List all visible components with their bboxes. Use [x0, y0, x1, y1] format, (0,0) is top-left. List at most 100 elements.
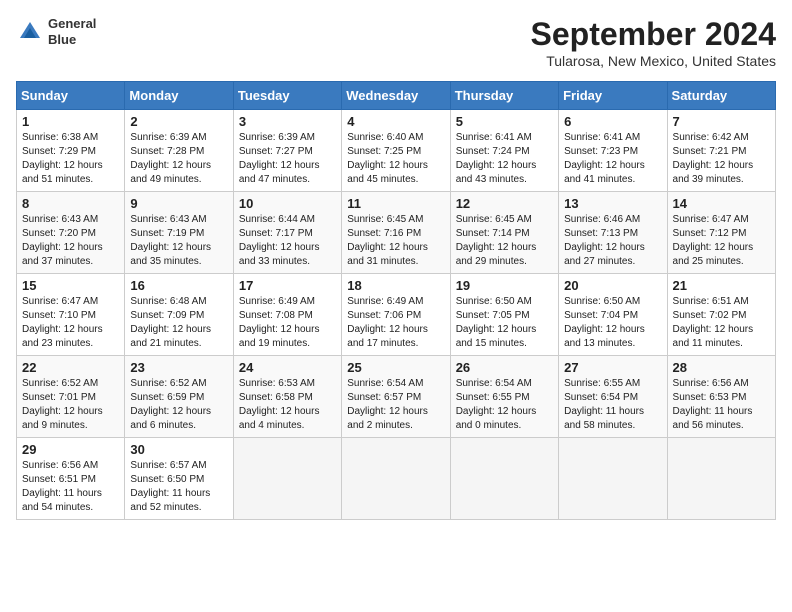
- day-cell: [667, 438, 775, 520]
- day-cell: 1Sunrise: 6:38 AM Sunset: 7:29 PM Daylig…: [17, 110, 125, 192]
- day-cell: 2 Sunrise: 6:39 AM Sunset: 7:28 PM Daylig…: [125, 110, 233, 192]
- day-cell: 22 Sunrise: 6:52 AM Sunset: 7:01 PM Dayli…: [17, 356, 125, 438]
- day-cell: 18 Sunrise: 6:49 AM Sunset: 7:06 PM Dayli…: [342, 274, 450, 356]
- day-cell: 19 Sunrise: 6:50 AM Sunset: 7:05 PM Dayli…: [450, 274, 558, 356]
- col-header-thursday: Thursday: [450, 82, 558, 110]
- day-number: 9: [130, 196, 227, 211]
- day-cell: [559, 438, 667, 520]
- day-info: Sunrise: 6:50 AM Sunset: 7:04 PM Dayligh…: [564, 295, 661, 351]
- day-cell: [342, 438, 450, 520]
- col-header-friday: Friday: [559, 82, 667, 110]
- day-info: Sunrise: 6:56 AM Sunset: 6:51 PM Dayligh…: [22, 459, 119, 515]
- day-number: 10: [239, 196, 336, 211]
- day-cell: 28 Sunrise: 6:56 AM Sunset: 6:53 PM Dayli…: [667, 356, 775, 438]
- day-cell: 9 Sunrise: 6:43 AM Sunset: 7:19 PM Daylig…: [125, 192, 233, 274]
- day-cell: 27 Sunrise: 6:55 AM Sunset: 6:54 PM Dayli…: [559, 356, 667, 438]
- day-cell: 25 Sunrise: 6:54 AM Sunset: 6:57 PM Dayli…: [342, 356, 450, 438]
- day-number: 22: [22, 360, 119, 375]
- day-number: 14: [673, 196, 770, 211]
- day-info: Sunrise: 6:41 AM Sunset: 7:23 PM Dayligh…: [564, 131, 661, 187]
- day-cell: 15 Sunrise: 6:47 AM Sunset: 7:10 PM Dayli…: [17, 274, 125, 356]
- day-info: Sunrise: 6:45 AM Sunset: 7:14 PM Dayligh…: [456, 213, 553, 269]
- day-info: Sunrise: 6:52 AM Sunset: 6:59 PM Dayligh…: [130, 377, 227, 433]
- day-number: 29: [22, 442, 119, 457]
- day-cell: 4 Sunrise: 6:40 AM Sunset: 7:25 PM Daylig…: [342, 110, 450, 192]
- col-header-wednesday: Wednesday: [342, 82, 450, 110]
- day-cell: 29 Sunrise: 6:56 AM Sunset: 6:51 PM Dayli…: [17, 438, 125, 520]
- week-row-5: 29 Sunrise: 6:56 AM Sunset: 6:51 PM Dayli…: [17, 438, 776, 520]
- day-info: Sunrise: 6:42 AM Sunset: 7:21 PM Dayligh…: [673, 131, 770, 187]
- location: Tularosa, New Mexico, United States: [531, 53, 776, 69]
- day-cell: [450, 438, 558, 520]
- day-number: 24: [239, 360, 336, 375]
- logo-icon: [16, 18, 44, 46]
- day-info: Sunrise: 6:45 AM Sunset: 7:16 PM Dayligh…: [347, 213, 444, 269]
- day-number: 27: [564, 360, 661, 375]
- day-info: Sunrise: 6:50 AM Sunset: 7:05 PM Dayligh…: [456, 295, 553, 351]
- day-number: 18: [347, 278, 444, 293]
- day-cell: 3Sunrise: 6:39 AM Sunset: 7:27 PM Daylig…: [233, 110, 341, 192]
- col-header-saturday: Saturday: [667, 82, 775, 110]
- day-info: Sunrise: 6:43 AM Sunset: 7:20 PM Dayligh…: [22, 213, 119, 269]
- day-cell: 17Sunrise: 6:49 AM Sunset: 7:08 PM Dayli…: [233, 274, 341, 356]
- day-info: Sunrise: 6:40 AM Sunset: 7:25 PM Dayligh…: [347, 131, 444, 187]
- day-info: Sunrise: 6:49 AM Sunset: 7:08 PM Dayligh…: [239, 295, 336, 351]
- col-header-sunday: Sunday: [17, 82, 125, 110]
- day-cell: 6 Sunrise: 6:41 AM Sunset: 7:23 PM Daylig…: [559, 110, 667, 192]
- day-number: 6: [564, 114, 661, 129]
- day-info: Sunrise: 6:56 AM Sunset: 6:53 PM Dayligh…: [673, 377, 770, 433]
- day-cell: 16Sunrise: 6:48 AM Sunset: 7:09 PM Dayli…: [125, 274, 233, 356]
- day-number: 8: [22, 196, 119, 211]
- day-number: 11: [347, 196, 444, 211]
- day-number: 23: [130, 360, 227, 375]
- day-info: Sunrise: 6:54 AM Sunset: 6:57 PM Dayligh…: [347, 377, 444, 433]
- day-number: 13: [564, 196, 661, 211]
- day-info: Sunrise: 6:43 AM Sunset: 7:19 PM Dayligh…: [130, 213, 227, 269]
- day-number: 19: [456, 278, 553, 293]
- day-info: Sunrise: 6:44 AM Sunset: 7:17 PM Dayligh…: [239, 213, 336, 269]
- day-cell: 13 Sunrise: 6:46 AM Sunset: 7:13 PM Dayli…: [559, 192, 667, 274]
- logo-text: General Blue: [48, 16, 96, 47]
- col-header-monday: Monday: [125, 82, 233, 110]
- day-number: 12: [456, 196, 553, 211]
- day-number: 16: [130, 278, 227, 293]
- day-number: 4: [347, 114, 444, 129]
- day-cell: 26 Sunrise: 6:54 AM Sunset: 6:55 PM Dayli…: [450, 356, 558, 438]
- day-info: Sunrise: 6:52 AM Sunset: 7:01 PM Dayligh…: [22, 377, 119, 433]
- day-number: 1: [22, 114, 119, 129]
- day-info: Sunrise: 6:41 AM Sunset: 7:24 PM Dayligh…: [456, 131, 553, 187]
- day-cell: 11 Sunrise: 6:45 AM Sunset: 7:16 PM Dayli…: [342, 192, 450, 274]
- week-row-1: 1Sunrise: 6:38 AM Sunset: 7:29 PM Daylig…: [17, 110, 776, 192]
- day-number: 2: [130, 114, 227, 129]
- page-header: General Blue September 2024 Tularosa, Ne…: [16, 16, 776, 69]
- title-block: September 2024 Tularosa, New Mexico, Uni…: [531, 16, 776, 69]
- day-info: Sunrise: 6:49 AM Sunset: 7:06 PM Dayligh…: [347, 295, 444, 351]
- day-cell: 14 Sunrise: 6:47 AM Sunset: 7:12 PM Dayli…: [667, 192, 775, 274]
- day-number: 7: [673, 114, 770, 129]
- day-cell: 20Sunrise: 6:50 AM Sunset: 7:04 PM Dayli…: [559, 274, 667, 356]
- day-info: Sunrise: 6:47 AM Sunset: 7:12 PM Dayligh…: [673, 213, 770, 269]
- day-cell: 10 Sunrise: 6:44 AM Sunset: 7:17 PM Dayli…: [233, 192, 341, 274]
- day-info: Sunrise: 6:46 AM Sunset: 7:13 PM Dayligh…: [564, 213, 661, 269]
- day-cell: 23 Sunrise: 6:52 AM Sunset: 6:59 PM Dayli…: [125, 356, 233, 438]
- day-cell: 8 Sunrise: 6:43 AM Sunset: 7:20 PM Daylig…: [17, 192, 125, 274]
- day-cell: 30Sunrise: 6:57 AM Sunset: 6:50 PM Dayli…: [125, 438, 233, 520]
- week-row-2: 8 Sunrise: 6:43 AM Sunset: 7:20 PM Daylig…: [17, 192, 776, 274]
- day-number: 15: [22, 278, 119, 293]
- day-number: 21: [673, 278, 770, 293]
- day-info: Sunrise: 6:55 AM Sunset: 6:54 PM Dayligh…: [564, 377, 661, 433]
- week-row-3: 15 Sunrise: 6:47 AM Sunset: 7:10 PM Dayli…: [17, 274, 776, 356]
- day-number: 26: [456, 360, 553, 375]
- logo: General Blue: [16, 16, 96, 47]
- month-title: September 2024: [531, 16, 776, 53]
- day-number: 28: [673, 360, 770, 375]
- day-cell: 7 Sunrise: 6:42 AM Sunset: 7:21 PM Daylig…: [667, 110, 775, 192]
- day-info: Sunrise: 6:47 AM Sunset: 7:10 PM Dayligh…: [22, 295, 119, 351]
- day-info: Sunrise: 6:54 AM Sunset: 6:55 PM Dayligh…: [456, 377, 553, 433]
- day-number: 30: [130, 442, 227, 457]
- day-cell: 5Sunrise: 6:41 AM Sunset: 7:24 PM Daylig…: [450, 110, 558, 192]
- day-info: Sunrise: 6:39 AM Sunset: 7:28 PM Dayligh…: [130, 131, 227, 187]
- day-number: 25: [347, 360, 444, 375]
- day-cell: [233, 438, 341, 520]
- day-cell: 21Sunrise: 6:51 AM Sunset: 7:02 PM Dayli…: [667, 274, 775, 356]
